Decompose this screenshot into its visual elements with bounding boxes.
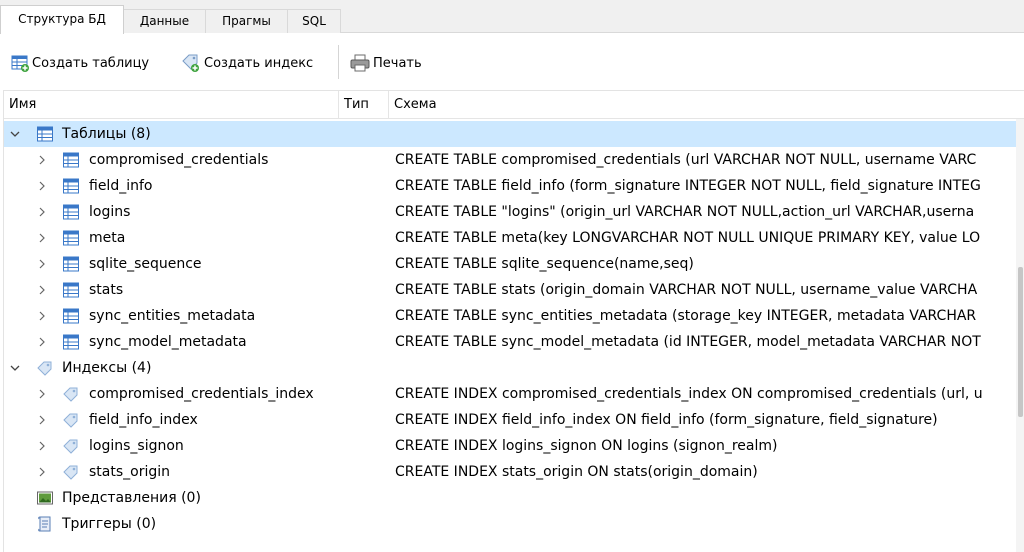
create-index-label: Создать индекс [204, 55, 314, 71]
tree-row-index[interactable]: field_info_index CREATE INDEX field_info… [4, 407, 1024, 433]
structure-panel: Создать таблицу Создать индекс Печать Им… [0, 33, 1024, 552]
tree-row-index[interactable]: stats_origin CREATE INDEX stats_origin O… [4, 459, 1024, 485]
tab-data[interactable]: Данные [123, 9, 206, 33]
tree-group-label: Триггеры (0) [62, 516, 157, 532]
index-schema: CREATE INDEX logins_signon ON logins (si… [395, 438, 778, 454]
table-schema: CREATE TABLE meta(key LONGVARCHAR NOT NU… [395, 230, 981, 246]
tree-row-table[interactable]: stats CREATE TABLE stats (origin_domain … [4, 277, 1024, 303]
vertical-scrollbar[interactable] [1016, 119, 1024, 552]
index-schema: CREATE INDEX field_info_index ON field_i… [395, 412, 938, 428]
index-name: field_info_index [89, 412, 198, 428]
chevron-right-icon[interactable] [36, 232, 48, 244]
table-icon [63, 282, 79, 298]
index-group-icon [37, 361, 52, 376]
index-schema: CREATE INDEX stats_origin ON stats(origi… [395, 464, 758, 480]
index-name: compromised_credentials_index [89, 386, 314, 402]
table-schema: CREATE TABLE sync_model_metadata (id INT… [395, 334, 981, 350]
table-schema: CREATE TABLE "logins" (origin_url VARCHA… [395, 204, 975, 220]
chevron-right-icon[interactable] [36, 154, 48, 166]
chevron-right-icon[interactable] [36, 336, 48, 348]
print-label: Печать [373, 55, 422, 71]
chevron-right-icon[interactable] [36, 206, 48, 218]
tab-sql[interactable]: SQL [287, 9, 341, 33]
tree-row-table[interactable]: compromised_credentials CREATE TABLE com… [4, 147, 1024, 173]
column-header-name[interactable]: Имя [4, 91, 338, 119]
tree-header: Имя Тип Схема [4, 91, 1024, 119]
table-name: meta [89, 230, 126, 246]
table-name: sync_model_metadata [89, 334, 247, 350]
tree-row-table[interactable]: field_info CREATE TABLE field_info (form… [4, 173, 1024, 199]
chevron-right-icon[interactable] [36, 258, 48, 270]
create-table-label: Создать таблицу [32, 55, 150, 71]
table-schema: CREATE TABLE sqlite_sequence(name,seq) [395, 256, 694, 272]
tree-group-tables[interactable]: Таблицы (8) [4, 121, 1024, 147]
tree-row-index[interactable]: compromised_credentials_index CREATE IND… [4, 381, 1024, 407]
tree-group-label: Таблицы (8) [62, 126, 151, 142]
tab-pragmas[interactable]: Прагмы [205, 9, 288, 33]
tree-row-table[interactable]: logins CREATE TABLE "logins" (origin_url… [4, 199, 1024, 225]
print-button[interactable]: Печать [349, 51, 422, 75]
tree-row-table[interactable]: sync_model_metadata CREATE TABLE sync_mo… [4, 329, 1024, 355]
table-name: compromised_credentials [89, 152, 269, 168]
table-icon [63, 334, 79, 350]
printer-icon [350, 54, 370, 72]
column-header-schema[interactable]: Схема [389, 91, 1024, 119]
tab-db-structure[interactable]: Структура БД [0, 5, 124, 34]
tree-group-indexes[interactable]: Индексы (4) [4, 355, 1024, 381]
table-name: field_info [89, 178, 153, 194]
index-schema: CREATE INDEX compromised_credentials_ind… [395, 386, 983, 402]
scrollbar-thumb[interactable] [1018, 267, 1023, 417]
tree-row-index[interactable]: logins_signon CREATE INDEX logins_signon… [4, 433, 1024, 459]
table-group-icon [37, 126, 53, 142]
table-icon [63, 178, 79, 194]
table-icon [63, 152, 79, 168]
table-icon [63, 230, 79, 246]
index-icon [63, 413, 78, 428]
index-name: stats_origin [89, 464, 171, 480]
create-table-icon [11, 55, 29, 72]
toolbar: Создать таблицу Создать индекс Печать [0, 33, 1024, 90]
chevron-right-icon[interactable] [36, 466, 48, 478]
table-name: stats [89, 282, 124, 298]
table-schema: CREATE TABLE compromised_credentials (ur… [395, 152, 977, 168]
create-index-icon [182, 54, 199, 72]
tree-row-table[interactable]: meta CREATE TABLE meta(key LONGVARCHAR N… [4, 225, 1024, 251]
chevron-right-icon[interactable] [36, 180, 48, 192]
index-name: logins_signon [89, 438, 184, 454]
index-icon [63, 465, 78, 480]
trigger-icon [38, 516, 51, 532]
chevron-right-icon[interactable] [36, 440, 48, 452]
chevron-right-icon[interactable] [36, 388, 48, 400]
tab-bar: Структура БД Данные Прагмы SQL [0, 0, 1024, 34]
table-icon [63, 204, 79, 220]
table-icon [63, 256, 79, 272]
index-icon [63, 387, 78, 402]
tree-group-triggers[interactable]: Триггеры (0) [4, 511, 1024, 537]
table-schema: CREATE TABLE sync_entities_metadata (sto… [395, 308, 977, 324]
index-icon [63, 439, 78, 454]
chevron-down-icon[interactable] [9, 362, 21, 374]
view-icon [37, 491, 53, 505]
chevron-right-icon[interactable] [36, 284, 48, 296]
table-name: sync_entities_metadata [89, 308, 256, 324]
tree-group-label: Индексы (4) [62, 360, 152, 376]
table-name: sqlite_sequence [89, 256, 202, 272]
table-schema: CREATE TABLE field_info (form_signature … [395, 178, 981, 194]
tree-group-label: Представления (0) [62, 490, 201, 506]
chevron-down-icon[interactable] [9, 128, 21, 140]
schema-tree[interactable]: Имя Тип Схема Таблицы (8) compromised_cr… [3, 90, 1024, 552]
tree-row-table[interactable]: sqlite_sequence CREATE TABLE sqlite_sequ… [4, 251, 1024, 277]
chevron-right-icon[interactable] [36, 414, 48, 426]
create-index-button[interactable]: Создать индекс [180, 51, 313, 75]
table-icon [63, 308, 79, 324]
tree-row-table[interactable]: sync_entities_metadata CREATE TABLE sync… [4, 303, 1024, 329]
create-table-button[interactable]: Создать таблицу [10, 51, 149, 75]
table-name: logins [89, 204, 131, 220]
table-schema: CREATE TABLE stats (origin_domain VARCHA… [395, 282, 978, 298]
tree-group-views[interactable]: Представления (0) [4, 485, 1024, 511]
chevron-right-icon[interactable] [36, 310, 48, 322]
column-header-type[interactable]: Тип [339, 91, 388, 119]
toolbar-separator [338, 45, 339, 79]
